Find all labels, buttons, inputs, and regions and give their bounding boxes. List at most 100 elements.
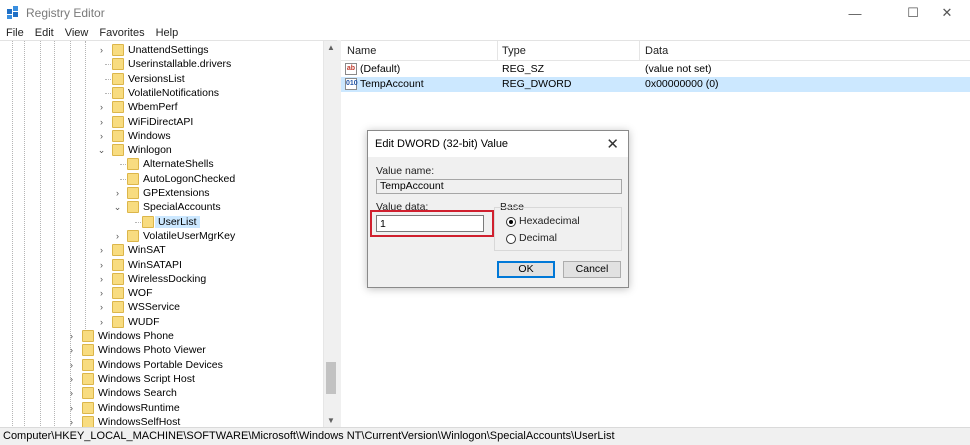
- chevron-right-icon[interactable]: ›: [97, 315, 106, 329]
- scroll-down-arrow-icon[interactable]: ▼: [324, 414, 337, 427]
- ok-button[interactable]: OK: [497, 261, 555, 278]
- close-button[interactable]: ✕: [924, 0, 970, 26]
- base-group: Hexadecimal Decimal: [494, 207, 622, 251]
- scroll-thumb[interactable]: [326, 362, 336, 394]
- tree-item[interactable]: › WirelessDocking: [0, 272, 323, 286]
- menu-help[interactable]: Help: [156, 27, 179, 39]
- cancel-button[interactable]: Cancel: [563, 261, 621, 278]
- chevron-right-icon[interactable]: ›: [113, 229, 122, 243]
- folder-icon: [127, 187, 139, 199]
- tree-item[interactable]: › WbemPerf: [0, 100, 323, 114]
- chevron-right-icon[interactable]: ›: [97, 300, 106, 314]
- tree-item[interactable]: › WindowsSelfHost: [0, 415, 323, 427]
- tree-item[interactable]: › Windows Search: [0, 386, 323, 400]
- chevron-right-icon[interactable]: ›: [67, 372, 76, 386]
- menu-bar: File Edit View Favorites Help: [0, 26, 970, 40]
- tree-item-label: SpecialAccounts: [143, 201, 221, 214]
- menu-view[interactable]: View: [65, 27, 89, 39]
- tree-item[interactable]: › WinSAT: [0, 243, 323, 257]
- tree-item-label: UserList: [155, 215, 200, 228]
- decimal-label[interactable]: Decimal: [519, 232, 557, 244]
- folder-icon: [112, 272, 124, 285]
- tree-item[interactable]: ⌄ SpecialAccounts: [0, 200, 323, 214]
- tree-item[interactable]: › Windows: [0, 129, 323, 143]
- tree-item[interactable]: VolatileNotifications: [0, 86, 323, 100]
- chevron-right-icon[interactable]: ›: [67, 358, 76, 372]
- tree-item[interactable]: › WindowsRuntime: [0, 401, 323, 415]
- column-divider[interactable]: [497, 41, 498, 61]
- tree-item[interactable]: Userinstallable.drivers: [0, 57, 323, 71]
- chevron-down-icon[interactable]: ⌄: [113, 200, 122, 214]
- tree-item[interactable]: › GPExtensions: [0, 186, 323, 200]
- column-divider[interactable]: [639, 41, 640, 61]
- tree-item[interactable]: › WinSATAPI: [0, 258, 323, 272]
- tree-item[interactable]: › Windows Photo Viewer: [0, 343, 323, 357]
- dialog-title-bar: Edit DWORD (32-bit) Value ✕: [368, 131, 628, 157]
- chevron-right-icon[interactable]: ›: [97, 258, 106, 272]
- address-status-bar[interactable]: Computer\HKEY_LOCAL_MACHINE\SOFTWARE\Mic…: [0, 427, 970, 445]
- chevron-right-icon[interactable]: ›: [97, 115, 106, 129]
- tree-item-label: WirelessDocking: [128, 272, 207, 285]
- folder-icon: [142, 215, 154, 228]
- folder-icon: [127, 229, 139, 242]
- tree-item[interactable]: › VolatileUserMgrKey: [0, 229, 323, 243]
- menu-favorites[interactable]: Favorites: [99, 27, 144, 39]
- tree-connector: [105, 64, 111, 66]
- tree-connector: [120, 178, 126, 180]
- minimize-button[interactable]: —: [832, 0, 878, 26]
- column-header-data[interactable]: Data: [645, 45, 668, 57]
- tree-scrollbar[interactable]: ▲ ▼: [323, 41, 337, 427]
- tree-item[interactable]: › Windows Script Host: [0, 372, 323, 386]
- tree-item[interactable]: › WSService: [0, 300, 323, 314]
- tree-item[interactable]: VersionsList: [0, 72, 323, 86]
- tree-item-label: Windows: [128, 129, 171, 142]
- tree-item-label: WUDF: [128, 315, 160, 328]
- list-header: Name Type Data: [341, 41, 970, 61]
- tree-item[interactable]: › UnattendSettings: [0, 43, 323, 57]
- chevron-down-icon[interactable]: ⌄: [97, 143, 106, 157]
- chevron-right-icon[interactable]: ›: [67, 415, 76, 427]
- tree-item[interactable]: › Windows Phone: [0, 329, 323, 343]
- menu-edit[interactable]: Edit: [35, 27, 54, 39]
- hexadecimal-label[interactable]: Hexadecimal: [519, 215, 580, 227]
- chevron-right-icon[interactable]: ›: [97, 243, 106, 257]
- chevron-right-icon[interactable]: ›: [97, 286, 106, 300]
- chevron-right-icon[interactable]: ›: [97, 43, 106, 57]
- tree-item[interactable]: › WiFiDirectAPI: [0, 115, 323, 129]
- tree-item[interactable]: › Windows Portable Devices: [0, 358, 323, 372]
- list-row[interactable]: 010 TempAccount REG_DWORD 0x00000000 (0): [341, 77, 970, 92]
- key-tree-pane[interactable]: › UnattendSettings Userinstallable.drivers…: [0, 40, 337, 427]
- registry-editor-icon: [7, 6, 18, 19]
- chevron-right-icon[interactable]: ›: [67, 401, 76, 415]
- tree-connector: [135, 221, 141, 223]
- dword-value-icon: 010: [345, 78, 358, 90]
- chevron-right-icon[interactable]: ›: [97, 129, 106, 143]
- tree-connector: [105, 78, 111, 80]
- tree-item[interactable]: AutoLogonChecked: [0, 172, 323, 186]
- tree-item[interactable]: AlternateShells: [0, 157, 323, 171]
- folder-icon: [127, 172, 139, 185]
- chevron-right-icon[interactable]: ›: [97, 100, 106, 114]
- hexadecimal-radio[interactable]: [506, 217, 516, 227]
- tree-item[interactable]: ⌄ Winlogon: [0, 143, 323, 157]
- tree-item[interactable]: › WUDF: [0, 315, 323, 329]
- value-data-input[interactable]: [376, 215, 484, 232]
- chevron-right-icon[interactable]: ›: [97, 272, 106, 286]
- chevron-right-icon[interactable]: ›: [67, 329, 76, 343]
- scroll-up-arrow-icon[interactable]: ▲: [324, 41, 337, 55]
- tree-item-label: Windows Photo Viewer: [98, 344, 206, 357]
- decimal-radio[interactable]: [506, 234, 516, 244]
- menu-file[interactable]: File: [6, 27, 24, 39]
- list-row[interactable]: ab (Default) REG_SZ (value not set): [341, 62, 970, 77]
- column-header-name[interactable]: Name: [347, 45, 376, 57]
- tree-item-label: VolatileUserMgrKey: [143, 229, 236, 242]
- tree-item-label: AlternateShells: [143, 158, 214, 171]
- chevron-right-icon[interactable]: ›: [113, 186, 122, 200]
- tree-item[interactable]: › WOF: [0, 286, 323, 300]
- chevron-right-icon[interactable]: ›: [67, 343, 76, 357]
- tree-item[interactable]: UserList: [0, 215, 323, 229]
- folder-icon: [112, 44, 124, 56]
- chevron-right-icon[interactable]: ›: [67, 386, 76, 400]
- column-header-type[interactable]: Type: [502, 45, 526, 57]
- dialog-close-icon[interactable]: ✕: [606, 135, 619, 153]
